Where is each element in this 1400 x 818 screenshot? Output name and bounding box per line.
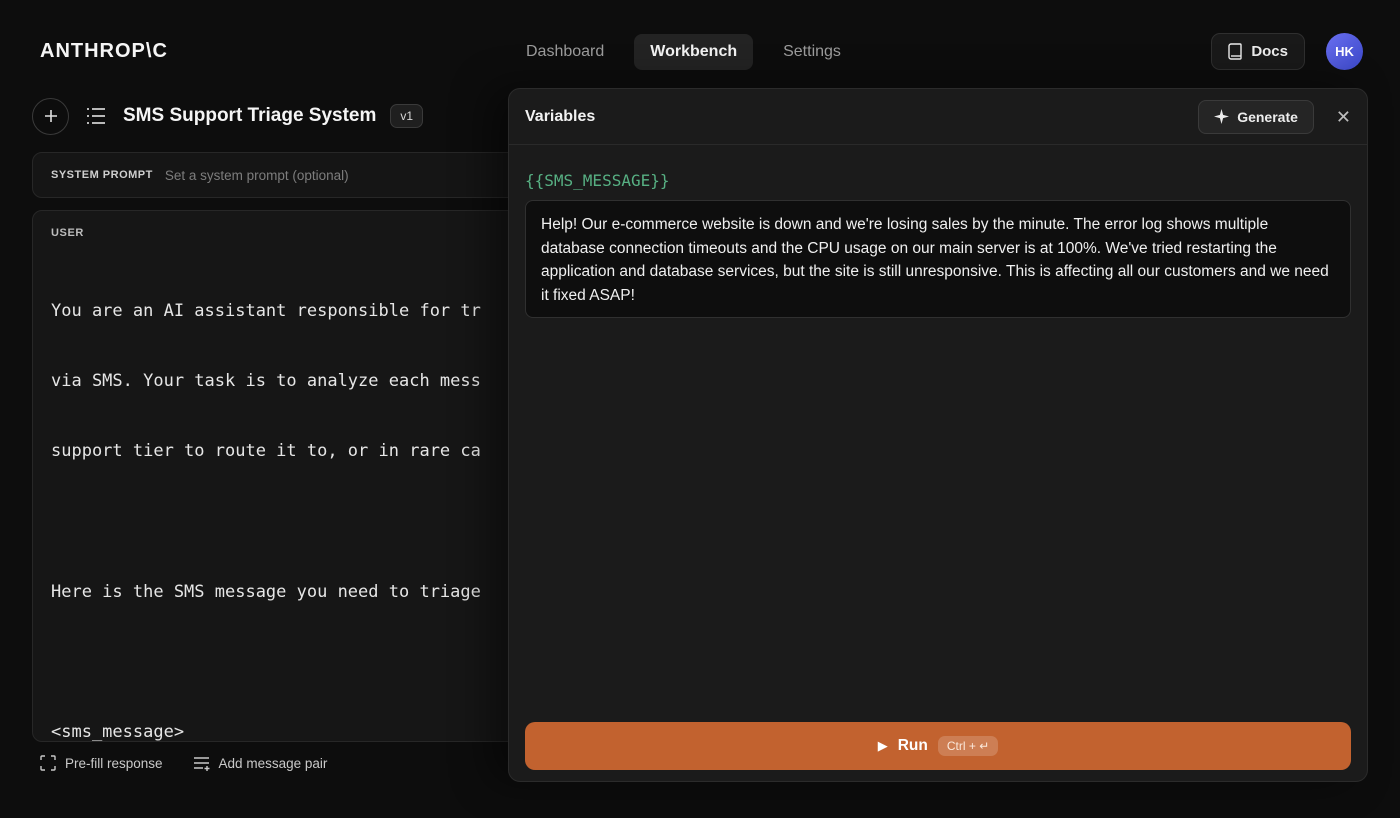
prompt-list-button[interactable] xyxy=(83,103,109,129)
tab-settings[interactable]: Settings xyxy=(767,34,857,70)
add-prompt-button[interactable] xyxy=(32,97,69,135)
version-badge[interactable]: v1 xyxy=(390,104,424,128)
tab-dashboard[interactable]: Dashboard xyxy=(510,34,620,70)
run-label: Run xyxy=(897,737,928,754)
variable-name-label: {{SMS_MESSAGE}} xyxy=(525,171,670,190)
avatar[interactable]: HK xyxy=(1326,33,1363,70)
prefill-response-button[interactable]: Pre-fill response xyxy=(40,755,163,771)
prefill-icon xyxy=(40,755,56,771)
plus-icon xyxy=(43,108,59,124)
add-message-pair-button[interactable]: Add message pair xyxy=(193,755,328,771)
generate-label: Generate xyxy=(1237,108,1298,125)
system-prompt-label: SYSTEM PROMPT xyxy=(51,169,153,181)
docs-icon xyxy=(1228,43,1243,60)
page-title: SMS Support Triage System xyxy=(123,105,377,126)
sparkle-icon xyxy=(1214,109,1230,124)
nav-tabs: Dashboard Workbench Settings xyxy=(510,34,857,70)
system-prompt-placeholder: Set a system prompt (optional) xyxy=(164,167,349,183)
run-shortcut-badge: Ctrl + ↵ xyxy=(937,736,999,756)
close-icon[interactable]: ✕ xyxy=(1336,108,1351,126)
variables-title: Variables xyxy=(525,107,596,125)
play-icon: ▶ xyxy=(877,738,888,753)
variables-panel: Variables Generate ✕ {{SMS_MESSAGE}} Hel… xyxy=(508,88,1368,782)
run-button[interactable]: ▶ Run Ctrl + ↵ xyxy=(525,722,1351,770)
add-pair-icon xyxy=(193,756,210,771)
add-pair-label: Add message pair xyxy=(218,755,328,771)
list-icon xyxy=(86,107,106,125)
workbench-header: SMS Support Triage System v1 xyxy=(32,96,424,136)
variable-value-input[interactable]: Help! Our e-commerce website is down and… xyxy=(525,200,1351,318)
docs-button[interactable]: Docs xyxy=(1211,33,1305,70)
anthropic-logo: ANTHROP\C xyxy=(40,40,168,62)
generate-button[interactable]: Generate xyxy=(1198,99,1314,134)
prefill-label: Pre-fill response xyxy=(65,755,163,771)
docs-label: Docs xyxy=(1251,43,1288,60)
top-nav: ANTHROP\C Dashboard Workbench Settings D… xyxy=(0,0,1400,86)
tab-workbench[interactable]: Workbench xyxy=(634,34,754,70)
workbench-footer: Pre-fill response Add message pair xyxy=(40,755,327,771)
variables-header: Variables Generate ✕ xyxy=(509,89,1367,145)
